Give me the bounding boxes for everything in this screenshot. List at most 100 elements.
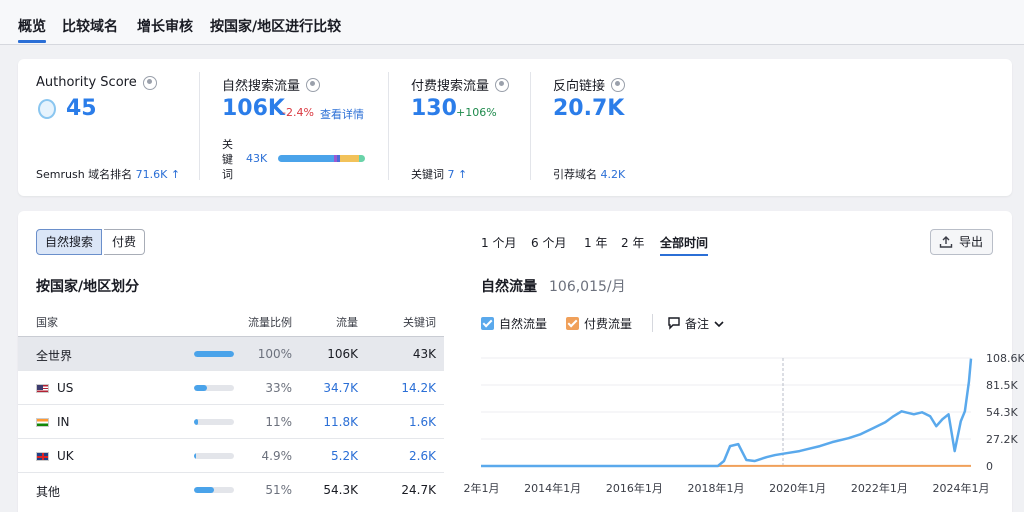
country-name: IN xyxy=(57,415,70,429)
y-tick-label: 27.2K xyxy=(986,433,1018,446)
col-header-traffic[interactable]: 流量 xyxy=(336,314,358,330)
x-tick-label: 2014年1月 xyxy=(524,481,581,495)
info-icon[interactable] xyxy=(306,77,321,92)
paid-traffic-label: 付费搜索流量 xyxy=(411,79,490,94)
divider xyxy=(530,72,531,180)
us-flag-icon xyxy=(36,384,49,393)
share-value: 4.9% xyxy=(261,449,293,463)
semrush-rank-label: Semrush 域名排名 xyxy=(36,168,133,181)
semrush-rank: Semrush 域名排名 71.6K ↑ xyxy=(36,166,180,182)
organic-traffic-value[interactable]: 106K xyxy=(222,96,285,121)
tab-compare-by-country[interactable]: 按国家/地区进行比较 xyxy=(210,16,341,36)
table-row[interactable]: UK 4.9% 5.2K 2.6K xyxy=(18,438,444,472)
traffic-value[interactable]: 11.8K xyxy=(323,415,358,429)
period-2-years[interactable]: 2 年 xyxy=(621,234,644,251)
x-tick-label: 2024年1月 xyxy=(933,481,990,495)
share-bar xyxy=(194,453,234,459)
table-row[interactable]: 其他 51% 54.3K 24.7K xyxy=(18,472,444,506)
traffic-value[interactable]: 34.7K xyxy=(323,381,358,395)
paid-keywords-value[interactable]: 7 ↑ xyxy=(448,168,468,181)
share-bar xyxy=(194,487,234,493)
comment-icon xyxy=(668,317,680,330)
col-header-country: 国家 xyxy=(36,316,58,329)
y-tick-label: 54.3K xyxy=(986,406,1018,419)
keywords-distribution-bar xyxy=(278,155,365,162)
authority-score-title: Authority Score xyxy=(36,75,157,90)
tab-growth-audit[interactable]: 增长审核 xyxy=(137,16,193,36)
chevron-down-icon xyxy=(714,321,724,328)
period-all-time[interactable]: 全部时间 xyxy=(660,234,709,256)
info-icon[interactable] xyxy=(495,77,510,92)
x-tick-label: 2022年1月 xyxy=(851,481,908,495)
keywords-value[interactable]: 14.2K xyxy=(401,381,436,395)
traffic-value: 106K xyxy=(327,347,358,361)
x-tick-label: 2018年1月 xyxy=(688,481,745,495)
backlinks-value[interactable]: 20.7K xyxy=(553,96,624,121)
keywords-value[interactable]: 2.6K xyxy=(409,449,436,463)
traffic-value: 54.3K xyxy=(323,483,358,497)
chart-title: 自然流量 xyxy=(481,279,537,295)
country-name: 全世界 xyxy=(36,349,73,363)
share-bar xyxy=(194,351,234,357)
share-value: 33% xyxy=(265,381,292,395)
y-tick-label: 108.6K xyxy=(986,352,1024,365)
divider xyxy=(652,314,653,332)
export-label: 导出 xyxy=(959,235,984,249)
traffic-value[interactable]: 5.2K xyxy=(331,449,358,463)
in-flag-icon xyxy=(36,418,49,427)
share-bar xyxy=(194,419,234,425)
tab-overview[interactable]: 概览 xyxy=(18,16,46,43)
organic-toggle-button[interactable]: 自然搜索 xyxy=(36,229,103,255)
keywords-value[interactable]: 1.6K xyxy=(409,415,436,429)
period-1-year[interactable]: 1 年 xyxy=(584,234,607,251)
paid-keywords: 关键词 7 ↑ xyxy=(411,166,467,182)
share-value: 51% xyxy=(265,483,292,497)
backlinks-title: 反向链接 xyxy=(553,75,626,94)
table-row[interactable]: 全世界 100% 106K 43K xyxy=(18,336,444,370)
checkbox-icon xyxy=(566,317,579,330)
organic-traffic-change: -2.4% xyxy=(282,106,314,119)
x-tick-label: 2016年1月 xyxy=(606,481,663,495)
legend-paid[interactable]: 付费流量 xyxy=(566,315,632,332)
period-6-months[interactable]: 6 个月 xyxy=(531,234,566,251)
organic-traffic-chart[interactable]: 108.6K 81.5K 54.3K 27.2K 0 2012年1月 2014年1月 2016… xyxy=(464,350,1024,502)
country-name: UK xyxy=(57,449,74,463)
y-tick-label: 0 xyxy=(986,460,993,473)
legend-organic[interactable]: 自然流量 xyxy=(481,315,547,332)
legend-paid-label: 付费流量 xyxy=(584,317,633,331)
chart-value: 106,015/月 xyxy=(549,279,626,295)
authority-score-value: 45 xyxy=(66,96,97,121)
col-header-share[interactable]: 流量比例 xyxy=(248,314,292,330)
period-1-month[interactable]: 1 个月 xyxy=(481,234,516,251)
x-tick-label: 2020年1月 xyxy=(769,481,826,495)
info-icon[interactable] xyxy=(142,75,157,90)
paid-traffic-title: 付费搜索流量 xyxy=(411,75,510,94)
notes-label: 备注 xyxy=(685,317,710,331)
authority-gauge-icon xyxy=(38,99,56,119)
referring-domains-value[interactable]: 4.2K xyxy=(601,168,626,181)
share-value: 11% xyxy=(265,415,292,429)
notes-dropdown[interactable]: 备注 xyxy=(667,315,724,332)
divider xyxy=(199,72,200,180)
export-button[interactable]: 导出 xyxy=(930,229,993,255)
paid-keywords-label: 关键词 xyxy=(411,168,444,181)
view-details-link[interactable]: 查看详情 xyxy=(320,106,364,122)
semrush-rank-value[interactable]: 71.6K ↑ xyxy=(136,168,180,181)
keywords-value: 43K xyxy=(412,347,436,361)
info-icon[interactable] xyxy=(611,77,626,92)
table-row[interactable]: US 33% 34.7K 14.2K xyxy=(18,370,444,404)
organic-traffic-title: 自然搜索流量 xyxy=(222,75,321,94)
organic-keywords-value[interactable]: 43K xyxy=(246,152,267,165)
upload-icon xyxy=(939,236,953,248)
backlinks-label: 反向链接 xyxy=(553,79,606,94)
divider xyxy=(388,72,389,180)
col-header-keywords[interactable]: 关键词 xyxy=(403,314,436,330)
x-tick-label: 2012年1月 xyxy=(464,481,500,495)
legend-organic-label: 自然流量 xyxy=(499,317,548,331)
share-value: 100% xyxy=(257,347,292,361)
paid-traffic-value[interactable]: 130 xyxy=(411,96,457,121)
uk-flag-icon xyxy=(36,452,49,461)
paid-toggle-button[interactable]: 付费 xyxy=(104,229,146,255)
table-row[interactable]: IN 11% 11.8K 1.6K xyxy=(18,404,444,438)
tab-compare-domains[interactable]: 比较域名 xyxy=(62,16,118,36)
